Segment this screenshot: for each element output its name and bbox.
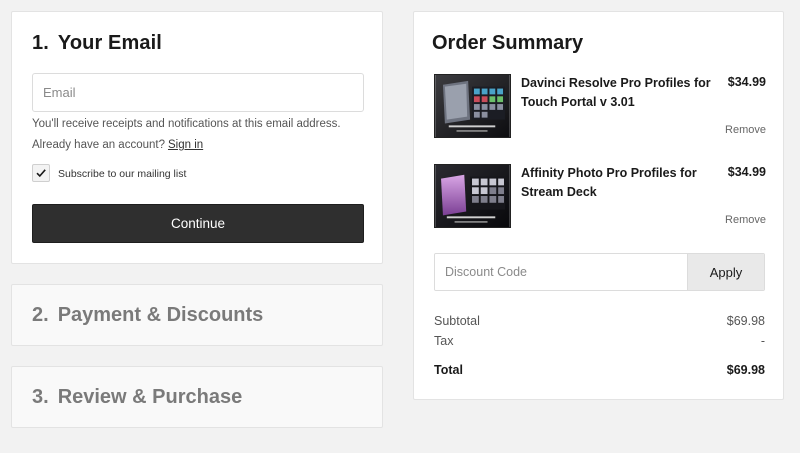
- order-summary-panel: Order Summary Davinci Resolve Pro Profil…: [413, 11, 784, 400]
- total-label: Total: [434, 363, 463, 377]
- order-summary-title: Order Summary: [432, 32, 584, 54]
- email-input[interactable]: [32, 73, 364, 112]
- email-step-panel: 1. Your Email You'll receive receipts and…: [11, 11, 383, 264]
- step-number: 1.: [32, 32, 49, 54]
- checkmark-icon: [36, 169, 46, 178]
- davinci-profiles-thumbnail-icon: [435, 75, 510, 137]
- email-note: You'll receive receipts and notification…: [32, 118, 341, 130]
- account-prompt-text: Already have an account?: [32, 139, 165, 151]
- step-title-text: Review & Purchase: [57, 386, 243, 408]
- subtotal-value: $69.98: [726, 314, 765, 328]
- step-number: 2.: [32, 304, 49, 326]
- item-name: Davinci Resolve Pro Profiles for Touch P…: [521, 76, 711, 109]
- apply-discount-button[interactable]: Apply: [687, 254, 764, 290]
- discount-code-input[interactable]: [435, 254, 688, 290]
- product-thumbnail[interactable]: [434, 74, 511, 138]
- step-title-text: Your Email: [57, 32, 162, 54]
- payment-step-panel: 2. Payment & Discounts: [11, 284, 383, 346]
- discount-code-group: Apply: [434, 253, 765, 291]
- step-number: 3.: [32, 386, 49, 408]
- item-name: Affinity Photo Pro Profiles for Stream D…: [521, 166, 697, 199]
- step-title-text: Payment & Discounts: [57, 304, 264, 326]
- remove-item-button[interactable]: Remove: [725, 214, 766, 226]
- review-step-title: 3. Review & Purchase: [32, 386, 242, 409]
- remove-item-button[interactable]: Remove: [725, 124, 766, 136]
- subtotal-row: Subtotal $69.98: [434, 314, 765, 328]
- payment-step-title: 2. Payment & Discounts: [32, 304, 263, 327]
- tax-label: Tax: [434, 334, 454, 348]
- affinity-profiles-thumbnail-icon: [435, 165, 510, 227]
- continue-button[interactable]: Continue: [32, 204, 364, 243]
- subscribe-label[interactable]: Subscribe to our mailing list: [58, 168, 186, 180]
- review-step-panel: 3. Review & Purchase: [11, 366, 383, 428]
- subtotal-label: Subtotal: [434, 314, 480, 328]
- subscribe-checkbox[interactable]: [32, 164, 50, 182]
- item-price: $34.99: [727, 75, 766, 89]
- tax-row: Tax -: [434, 334, 765, 348]
- product-thumbnail[interactable]: [434, 164, 511, 228]
- tax-value: -: [760, 334, 765, 348]
- item-price: $34.99: [727, 165, 766, 179]
- email-step-title: 1. Your Email: [32, 32, 162, 55]
- total-row: Total $69.98: [434, 363, 765, 377]
- sign-in-link[interactable]: Sign in: [168, 139, 203, 151]
- account-prompt: Already have an account? Sign in: [32, 139, 203, 151]
- total-value: $69.98: [726, 363, 765, 377]
